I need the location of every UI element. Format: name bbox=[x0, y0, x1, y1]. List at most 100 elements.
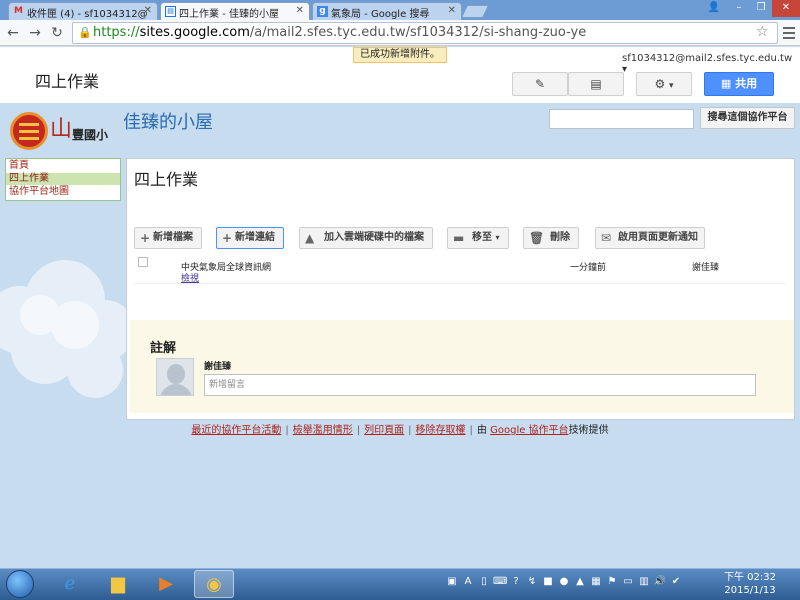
pencil-icon: ✎ bbox=[534, 77, 546, 91]
tray-keyboard-icon[interactable]: ⌨ bbox=[493, 575, 507, 589]
system-tray: ▣ A ▯ ⌨? ↯ ■ ● ▲ ▦ ⚑ ▭ ▥ 🔊 ✔ bbox=[445, 574, 685, 594]
minimize-icon[interactable]: – bbox=[728, 0, 750, 17]
drive-icon: ▲ bbox=[305, 231, 315, 245]
remove-access-link[interactable]: 移除存取權 bbox=[416, 425, 466, 436]
start-button[interactable] bbox=[6, 570, 34, 598]
new-page-icon: ▤ bbox=[590, 77, 602, 91]
school-logo[interactable]: 山 豐國小 bbox=[10, 112, 112, 150]
browser-tab-sites[interactable]: ▤ 四上作業 - 佳臻的小屋 ✕ bbox=[160, 2, 310, 20]
tab-title: 氣象局 - Google 搜尋 bbox=[331, 9, 430, 20]
recent-activity-link[interactable]: 最近的協作平台活動 bbox=[191, 425, 281, 436]
back-arrow-icon[interactable]: ← bbox=[4, 24, 22, 42]
tray-app-icon[interactable]: ▣ bbox=[445, 575, 459, 589]
share-label: 共用 bbox=[735, 77, 758, 90]
clock-time: 下午 02:32 bbox=[724, 572, 776, 583]
trash-icon: 🗑 bbox=[529, 231, 545, 245]
delete-button[interactable]: 🗑 刪除 bbox=[523, 227, 579, 249]
logo-emblem-icon bbox=[10, 112, 48, 150]
taskbar-clock[interactable]: 下午 02:32 2015/1/13 bbox=[724, 571, 776, 597]
chevron-down-icon: ▾ bbox=[669, 81, 674, 91]
edit-page-button[interactable]: ✎ bbox=[512, 72, 568, 96]
explorer-folder-icon[interactable]: ▆ bbox=[98, 570, 138, 598]
school-name: 豐國小 bbox=[72, 128, 109, 142]
close-tab-icon[interactable]: ✕ bbox=[296, 5, 304, 16]
file-row-checkbox[interactable] bbox=[138, 257, 148, 267]
url-host: sites.google.com bbox=[139, 25, 250, 40]
chrome-icon[interactable]: ◉ bbox=[194, 570, 234, 598]
logo-mountain-char: 山 bbox=[50, 117, 73, 142]
sidebar-item-assignments[interactable]: 四上作業 bbox=[6, 173, 120, 185]
site-footer: 最近的協作平台活動 | 檢舉濫用情形 | 列印頁面 | 移除存取權 | 由 Google 協作平… bbox=[0, 420, 800, 442]
sidebar-item-sitemap[interactable]: 協作平台地圖 bbox=[6, 186, 120, 198]
footer-tail: 技術提供 bbox=[568, 425, 609, 436]
lock-icon: 🔒 bbox=[78, 26, 92, 39]
delete-label: 刪除 bbox=[550, 232, 570, 243]
tray-network-icon[interactable]: ▥ bbox=[637, 575, 651, 589]
tray-security-icon[interactable]: ■ bbox=[541, 575, 555, 589]
tray-sync-icon[interactable]: ↯ bbox=[525, 575, 539, 589]
notify-button[interactable]: ✉ 啟用頁面更新通知 bbox=[595, 227, 705, 249]
add-link-label: 新增連結 bbox=[235, 232, 275, 243]
cloud-decoration bbox=[0, 260, 126, 398]
settings-button[interactable]: ⚙ ▾ bbox=[636, 72, 692, 96]
account-email: sf1034312@mail2.sfes.tyc.edu.tw bbox=[622, 53, 793, 64]
google-icon: g bbox=[317, 6, 328, 17]
tray-pdf-icon[interactable]: ▲ bbox=[573, 575, 587, 589]
tray-device-icon[interactable]: ▭ bbox=[621, 575, 635, 589]
share-button[interactable]: ▦ 共用 bbox=[704, 72, 774, 96]
browser-tab-gmail[interactable]: M 收件匣 (4) - sf1034312@ ✕ bbox=[8, 2, 158, 20]
content-title: 四上作業 bbox=[134, 170, 199, 189]
ie-icon[interactable]: ℯ bbox=[50, 570, 90, 598]
maximize-icon[interactable]: ❐ bbox=[750, 0, 772, 17]
tray-volume-icon[interactable]: 🔊 bbox=[653, 575, 667, 589]
sidebar-nav: 首頁 四上作業 協作平台地圖 bbox=[5, 158, 121, 201]
folder-icon: ▬ bbox=[453, 231, 465, 245]
new-page-button[interactable]: ▤ bbox=[568, 72, 624, 96]
tab-title: 收件匣 (4) - sf1034312@ bbox=[27, 9, 148, 20]
forward-arrow-icon[interactable]: → bbox=[26, 24, 44, 42]
google-sites-link[interactable]: Google 協作平台 bbox=[490, 425, 568, 436]
tab-title: 四上作業 - 佳臻的小屋 bbox=[179, 9, 279, 20]
plus-icon: + bbox=[140, 231, 151, 245]
site-search-button[interactable]: 搜尋這個協作平台 bbox=[700, 107, 795, 129]
notify-label: 啟用頁面更新通知 bbox=[618, 232, 698, 243]
media-player-icon[interactable]: ▶ bbox=[146, 570, 186, 598]
add-link-button[interactable]: + 新增連結 bbox=[216, 227, 284, 249]
row-divider bbox=[135, 283, 785, 284]
file-user: 謝佳臻 bbox=[692, 263, 720, 273]
comments-title: 註解 bbox=[150, 341, 177, 356]
close-tab-icon[interactable]: ✕ bbox=[448, 5, 456, 16]
site-search-input[interactable] bbox=[549, 109, 694, 129]
close-tab-icon[interactable]: ✕ bbox=[144, 5, 152, 16]
tray-display-icon[interactable]: ▦ bbox=[589, 575, 603, 589]
comment-user-name: 謝佳臻 bbox=[204, 362, 232, 372]
reload-icon[interactable]: ↻ bbox=[48, 24, 66, 42]
comment-input[interactable]: 新增留言 bbox=[204, 374, 756, 396]
close-window-icon[interactable]: ✕ bbox=[772, 0, 800, 17]
user-icon[interactable]: 👤 bbox=[702, 0, 726, 17]
tray-window-icon[interactable]: ▯ bbox=[477, 575, 491, 589]
move-to-button[interactable]: ▬ 移至 ▾ bbox=[447, 227, 509, 249]
plus-icon: + bbox=[222, 231, 233, 245]
browser-menu-icon[interactable] bbox=[783, 27, 795, 42]
add-drive-file-button[interactable]: ▲ 加入雲端硬碟中的檔案 bbox=[299, 227, 433, 249]
add-drive-label: 加入雲端硬碟中的檔案 bbox=[324, 232, 424, 243]
print-page-link[interactable]: 列印頁面 bbox=[364, 425, 404, 436]
add-file-button[interactable]: + 新增檔案 bbox=[134, 227, 202, 249]
tray-help-icon[interactable]: ? bbox=[509, 575, 523, 589]
tray-flag-icon[interactable]: ⚑ bbox=[605, 575, 619, 589]
avatar bbox=[156, 358, 194, 396]
bookmark-star-icon[interactable]: ☆ bbox=[756, 24, 769, 40]
footer-by: 由 bbox=[476, 425, 487, 436]
tray-check-icon[interactable]: ✔ bbox=[669, 575, 683, 589]
site-name[interactable]: 佳臻的小屋 bbox=[123, 108, 213, 134]
page-title: 四上作業 bbox=[35, 72, 100, 91]
address-bar[interactable]: 🔒 https://sites.google.com/a/mail2.sfes.… bbox=[72, 22, 778, 44]
gear-icon: ⚙ bbox=[654, 77, 666, 91]
tray-update-icon[interactable]: ● bbox=[557, 575, 571, 589]
tray-ime-icon[interactable]: A bbox=[461, 575, 475, 589]
page-background bbox=[0, 442, 800, 568]
browser-tab-google[interactable]: g 氣象局 - Google 搜尋 ✕ bbox=[312, 2, 462, 20]
report-abuse-link[interactable]: 檢舉濫用情形 bbox=[293, 425, 353, 436]
sidebar-item-home[interactable]: 首頁 bbox=[6, 160, 120, 172]
